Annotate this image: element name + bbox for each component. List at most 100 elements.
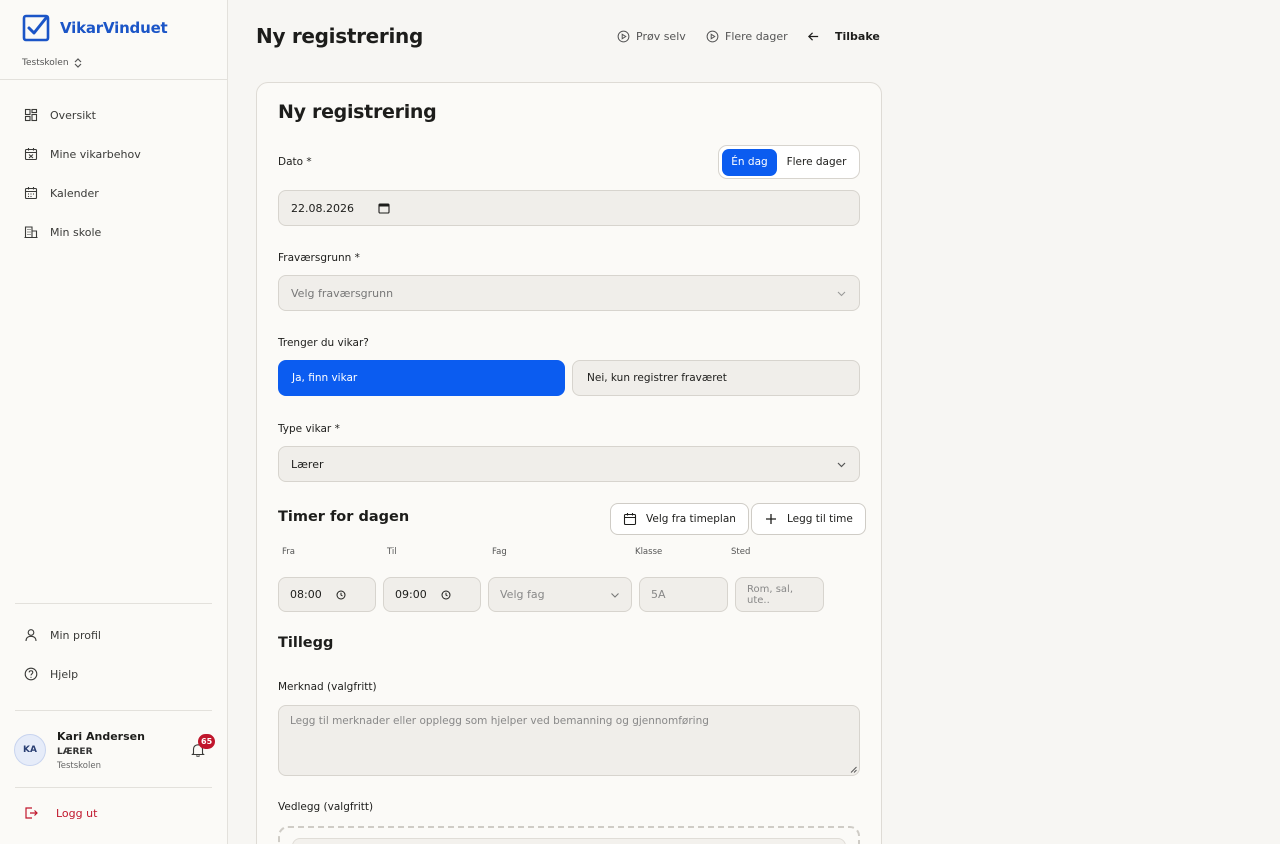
logo-check-icon [22, 14, 50, 42]
date-label: Dato * [278, 156, 312, 168]
chevron-down-icon [611, 592, 619, 598]
sidebar-item-label: Min profil [50, 628, 101, 642]
subject-select[interactable]: Velg fag [488, 577, 632, 612]
user-role: LÆRER [57, 747, 93, 757]
sidebar-item-mine-vikarbehov[interactable]: Mine vikarbehov [24, 147, 141, 161]
column-header-to: Til [387, 547, 397, 557]
avatar[interactable]: KA [14, 734, 46, 766]
chevron-down-icon [837, 291, 846, 297]
arrow-left-icon [808, 32, 819, 41]
school-switcher[interactable]: Testskolen [22, 58, 82, 68]
place-placeholder: Rom, sal, ute.. [747, 583, 794, 606]
plus-icon [766, 514, 776, 524]
only-register-absence-button[interactable]: Nei, kun registrer fraværet [572, 360, 860, 396]
class-input[interactable]: 5A [639, 577, 728, 612]
reason-label: Fraværsgrunn * [278, 252, 360, 264]
calendar-x-icon [24, 148, 38, 161]
sidebar-item-min-profil[interactable]: Min profil [24, 628, 101, 642]
from-time-input[interactable]: 08:00 [278, 577, 376, 612]
sidebar-item-label: Min skole [50, 225, 102, 239]
multiple-days-label: Flere dager [725, 30, 788, 43]
chevron-down-icon [837, 462, 846, 468]
column-header-subject: Fag [492, 547, 507, 557]
app-logo[interactable]: VikarVinduet [22, 14, 168, 42]
column-header-place: Sted [731, 547, 751, 557]
class-placeholder: 5A [651, 588, 666, 601]
help-icon [24, 667, 38, 681]
user-icon [25, 629, 37, 642]
note-textarea[interactable]: Legg til merknader eller opplegg som hje… [278, 705, 860, 776]
building-icon [24, 226, 38, 239]
sidebar-item-label: Mine vikarbehov [50, 147, 141, 161]
calendar-icon [24, 187, 38, 200]
calendar-icon [623, 513, 637, 526]
logout-button[interactable]: Logg ut [24, 806, 97, 820]
substitute-type-value: Lærer [291, 457, 324, 471]
attachment-dropzone[interactable] [278, 826, 860, 844]
reason-select[interactable]: Velg fraværsgrunn [278, 275, 860, 311]
resize-handle-icon[interactable] [850, 766, 857, 773]
sidebar-item-label: Hjelp [50, 667, 79, 681]
sidebar-item-label: Kalender [50, 186, 99, 200]
multiple-days-option[interactable]: Flere dager [777, 149, 856, 176]
logout-icon [25, 807, 38, 819]
need-substitute-label: Trenger du vikar? [278, 337, 369, 349]
app-name: VikarVinduet [60, 19, 168, 37]
date-input[interactable]: 22.08.2026 [278, 190, 860, 226]
sidebar-divider [15, 603, 212, 604]
user-school: Testskolen [57, 761, 101, 771]
calendar-icon[interactable] [378, 202, 390, 214]
notification-badge: 65 [198, 734, 216, 749]
card-title: Ny registrering [278, 101, 437, 123]
note-label: Merknad (valgfritt) [278, 681, 377, 693]
pick-from-schedule-button[interactable]: Velg fra timeplan [610, 503, 749, 535]
column-header-from: Fra [282, 547, 295, 557]
from-time-value: 08:00 [290, 588, 322, 601]
dashboard-icon [24, 108, 38, 122]
clock-icon[interactable] [336, 590, 346, 600]
page-title: Ny registrering [256, 24, 424, 48]
add-hour-label: Legg til time [787, 513, 853, 525]
try-yourself-link[interactable]: Prøv selv [617, 30, 686, 43]
back-button[interactable]: Tilbake [807, 30, 880, 43]
substitute-type-select[interactable]: Lærer [278, 446, 860, 482]
sidebar-item-min-skole[interactable]: Min skole [24, 225, 101, 239]
reason-placeholder: Velg fraværsgrunn [291, 286, 394, 300]
chevron-up-down-icon [74, 58, 81, 68]
extras-section-title: Tillegg [278, 635, 334, 651]
sidebar: VikarVinduet Testskolen Oversikt Mine vi… [0, 0, 228, 844]
add-hour-button[interactable]: Legg til time [751, 503, 866, 535]
column-header-class: Klasse [635, 547, 663, 557]
sidebar-divider [15, 710, 212, 711]
pick-from-schedule-label: Velg fra timeplan [646, 513, 736, 525]
sidebar-item-label: Oversikt [50, 108, 96, 122]
attachment-label: Vedlegg (valgfritt) [278, 801, 374, 813]
one-day-option[interactable]: Én dag [722, 148, 777, 176]
sidebar-item-oversikt[interactable]: Oversikt [24, 108, 96, 122]
subject-placeholder: Velg fag [500, 588, 545, 601]
multiple-days-link[interactable]: Flere dager [706, 30, 788, 43]
logout-label: Logg ut [56, 806, 98, 820]
place-input[interactable]: Rom, sal, ute.. [735, 577, 824, 612]
sidebar-item-kalender[interactable]: Kalender [24, 186, 99, 200]
school-name: Testskolen [22, 58, 69, 68]
play-circle-icon [617, 30, 630, 43]
sidebar-divider [0, 79, 227, 80]
date-value: 22.08.2026 [291, 201, 354, 215]
day-mode-toggle: Én dag Flere dager [718, 145, 860, 179]
to-time-input[interactable]: 09:00 [383, 577, 481, 612]
sidebar-item-hjelp[interactable]: Hjelp [24, 667, 78, 681]
sidebar-divider [15, 787, 212, 788]
play-circle-icon [706, 30, 719, 43]
user-name: Kari Andersen [57, 730, 145, 743]
registration-card: Ny registrering Dato * Én dag Flere dage… [256, 82, 882, 844]
back-label: Tilbake [835, 30, 880, 43]
to-time-value: 09:00 [395, 588, 427, 601]
find-substitute-button[interactable]: Ja, finn vikar [278, 360, 565, 396]
note-placeholder: Legg til merknader eller opplegg som hje… [290, 715, 709, 727]
hours-section-title: Timer for dagen [278, 509, 410, 525]
try-yourself-label: Prøv selv [636, 30, 686, 43]
attachment-upload-area[interactable] [292, 838, 846, 844]
substitute-type-label: Type vikar * [278, 423, 340, 435]
clock-icon[interactable] [441, 590, 451, 600]
